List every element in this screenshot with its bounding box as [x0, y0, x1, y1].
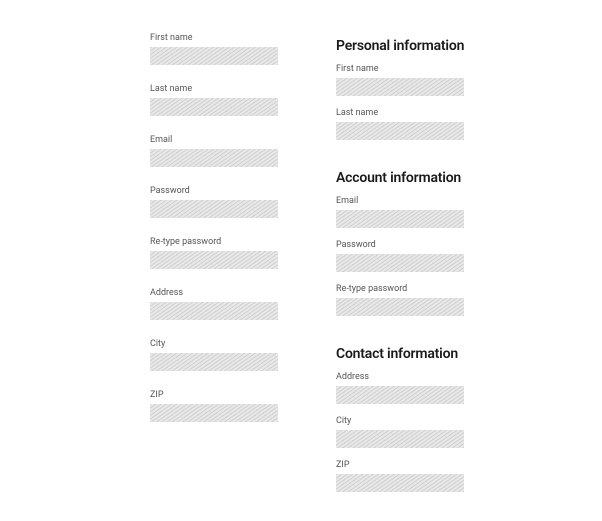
field-label: ZIP: [336, 460, 466, 470]
field-email: Email: [150, 135, 280, 167]
field-city: City: [336, 416, 466, 448]
email-input[interactable]: [336, 210, 464, 228]
password-input[interactable]: [150, 200, 278, 218]
field-label: First name: [336, 64, 466, 74]
last-name-input[interactable]: [150, 98, 278, 116]
field-label: Last name: [336, 108, 466, 118]
field-label: Email: [336, 196, 466, 206]
zip-input[interactable]: [336, 474, 464, 492]
field-label: Password: [336, 240, 466, 250]
right-form-column: Personal information First name Last nam…: [336, 30, 466, 514]
city-input[interactable]: [336, 430, 464, 448]
field-zip: ZIP: [336, 460, 466, 492]
field-password: Password: [336, 240, 466, 272]
field-first-name: First name: [150, 33, 280, 65]
first-name-input[interactable]: [150, 47, 278, 65]
left-form-column: First name Last name Email Password Re-t…: [150, 30, 280, 514]
field-last-name: Last name: [150, 84, 280, 116]
field-label: Re-type password: [336, 284, 466, 294]
email-input[interactable]: [150, 149, 278, 167]
field-password: Password: [150, 186, 280, 218]
field-label: City: [336, 416, 466, 426]
field-label: Last name: [150, 84, 280, 94]
field-label: Password: [150, 186, 280, 196]
field-email: Email: [336, 196, 466, 228]
field-retype-password: Re-type password: [150, 237, 280, 269]
field-label: First name: [150, 33, 280, 43]
field-first-name: First name: [336, 64, 466, 96]
section-personal-information: Personal information First name Last nam…: [336, 30, 466, 152]
form-comparison-container: First name Last name Email Password Re-t…: [0, 30, 602, 514]
password-input[interactable]: [336, 254, 464, 272]
address-input[interactable]: [336, 386, 464, 404]
section-heading: Personal information: [336, 38, 466, 54]
first-name-input[interactable]: [336, 78, 464, 96]
zip-input[interactable]: [150, 404, 278, 422]
retype-password-input[interactable]: [336, 298, 464, 316]
field-zip: ZIP: [150, 390, 280, 422]
field-label: ZIP: [150, 390, 280, 400]
section-contact-information: Contact information Address City ZIP: [336, 338, 466, 504]
last-name-input[interactable]: [336, 122, 464, 140]
address-input[interactable]: [150, 302, 278, 320]
field-label: Re-type password: [150, 237, 280, 247]
field-label: Email: [150, 135, 280, 145]
field-label: Address: [336, 372, 466, 382]
field-last-name: Last name: [336, 108, 466, 140]
retype-password-input[interactable]: [150, 251, 278, 269]
field-address: Address: [150, 288, 280, 320]
field-city: City: [150, 339, 280, 371]
field-retype-password: Re-type password: [336, 284, 466, 316]
section-heading: Contact information: [336, 346, 466, 362]
section-account-information: Account information Email Password Re-ty…: [336, 162, 466, 328]
field-address: Address: [336, 372, 466, 404]
section-heading: Account information: [336, 170, 466, 186]
city-input[interactable]: [150, 353, 278, 371]
field-label: Address: [150, 288, 280, 298]
field-label: City: [150, 339, 280, 349]
